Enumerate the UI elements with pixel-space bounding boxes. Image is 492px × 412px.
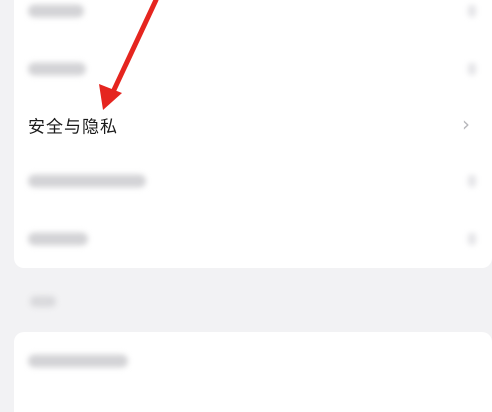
red-arrow-icon — [99, 0, 159, 110]
